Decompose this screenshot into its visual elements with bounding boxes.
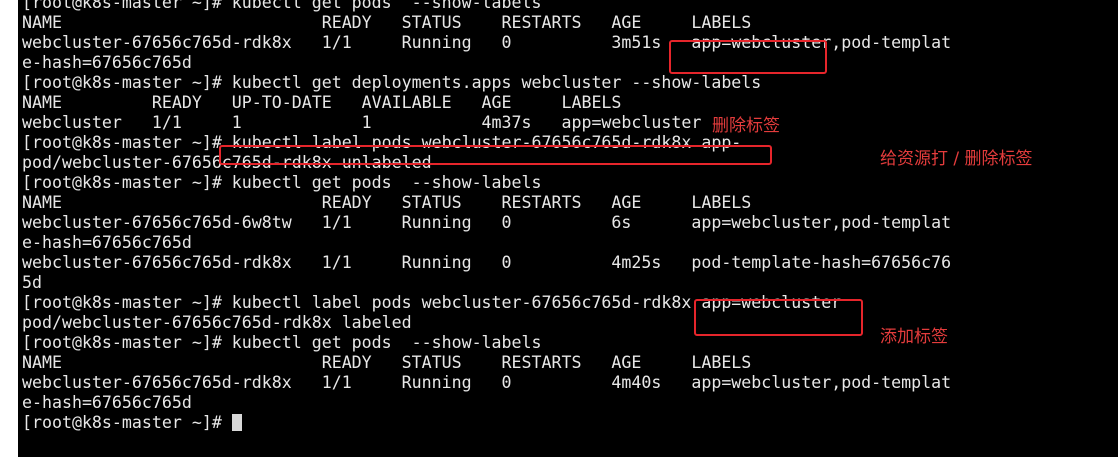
- terminal-line: e-hash=67656c765d: [22, 393, 192, 412]
- terminal-line: NAME READY STATUS RESTARTS AGE LABELS: [22, 353, 752, 372]
- highlight-box-label-command: [219, 145, 772, 165]
- terminal-line: webcluster-67656c765d-6w8tw 1/1 Running …: [22, 213, 952, 232]
- terminal-line: NAME READY UP-TO-DATE AVAILABLE AGE LABE…: [22, 93, 622, 112]
- terminal-line: 5d: [22, 273, 42, 292]
- annotation-add-label: 添加标签: [880, 327, 948, 347]
- terminal-line: webcluster-67656c765d-rdk8x 1/1 Running …: [22, 373, 952, 392]
- terminal-line: webcluster 1/1 1 1 4m37s app=webcluster: [22, 113, 702, 132]
- cursor: [231, 414, 242, 431]
- terminal-prompt: [root@k8s-master ~]#: [22, 413, 232, 432]
- annotation-label-resource: 给资源打 / 删除标签: [880, 149, 1033, 169]
- terminal-line: NAME READY STATUS RESTARTS AGE LABELS: [22, 193, 752, 212]
- highlight-box-add-label: [694, 299, 863, 336]
- terminal-line: [root@k8s-master ~]# kubectl get pods --…: [22, 0, 542, 12]
- highlight-box-label-before: [669, 40, 827, 74]
- terminal-line: NAME READY STATUS RESTARTS AGE LABELS: [22, 13, 752, 32]
- terminal-line: [root@k8s-master ~]# kubectl get deploym…: [22, 73, 762, 92]
- terminal-window[interactable]: [root@k8s-master ~]# kubectl get pods --…: [18, 0, 1118, 457]
- annotation-delete-label: 删除标签: [712, 116, 780, 136]
- terminal-line: [root@k8s-master ~]# kubectl get pods --…: [22, 173, 542, 192]
- terminal-line: e-hash=67656c765d: [22, 233, 192, 252]
- terminal-line: [root@k8s-master ~]# kubectl get pods --…: [22, 333, 542, 352]
- terminal-line: webcluster-67656c765d-rdk8x 1/1 Running …: [22, 253, 952, 272]
- terminal-prompt-line[interactable]: [root@k8s-master ~]#: [22, 413, 951, 433]
